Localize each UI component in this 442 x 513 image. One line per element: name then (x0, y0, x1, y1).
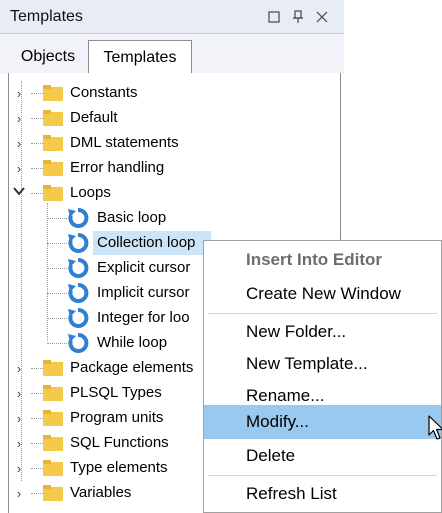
tree-label: While loop (97, 334, 168, 351)
tree-label: Implicit cursor (97, 284, 190, 301)
chevron-right-icon[interactable]: › (13, 161, 25, 176)
panel-title: Templates (10, 7, 83, 25)
tree-label: Type elements (70, 459, 168, 476)
menu-item-new-folder[interactable]: New Folder... (204, 315, 441, 349)
tree-folder-dml[interactable]: › DML statements (9, 131, 339, 155)
tree-connector (31, 493, 43, 495)
menu-item-delete[interactable]: Delete (204, 439, 441, 473)
tree-label: Integer for loo (97, 309, 190, 326)
folder-icon (43, 410, 63, 426)
tree-connector (31, 393, 43, 395)
tab-strip: Objects Templates (0, 34, 344, 74)
tree-connector (47, 318, 67, 320)
chevron-right-icon[interactable]: › (13, 136, 25, 151)
tree-connector (47, 343, 67, 345)
tree-connector (31, 193, 43, 195)
folder-icon (43, 485, 63, 501)
tree-label: PLSQL Types (70, 384, 162, 401)
context-menu: Insert Into Editor Create New Window New… (203, 240, 442, 513)
tree-connector (31, 368, 43, 370)
tree-connector (47, 293, 67, 295)
menu-item-refresh-list[interactable]: Refresh List (204, 477, 441, 511)
tree-item-basic-loop[interactable]: Basic loop (9, 206, 339, 230)
loop-template-icon (68, 333, 89, 353)
folder-icon (43, 385, 63, 401)
loop-template-icon (68, 283, 89, 303)
loop-template-icon (68, 208, 89, 228)
tree-connector (31, 418, 43, 420)
tree-connector (31, 443, 43, 445)
tree-connector (31, 93, 43, 95)
tree-connector (31, 118, 43, 120)
folder-icon (43, 460, 63, 476)
tree-label: Basic loop (97, 209, 167, 226)
loop-template-icon (68, 308, 89, 328)
close-icon[interactable] (314, 9, 330, 25)
tree-label: Collection loop (97, 234, 196, 251)
chevron-down-icon[interactable] (13, 185, 25, 197)
folder-open-icon (43, 185, 63, 201)
chevron-right-icon[interactable]: › (13, 111, 25, 126)
tree-connector (47, 268, 67, 270)
chevron-right-icon[interactable]: › (13, 411, 25, 426)
folder-icon (43, 110, 63, 126)
tree-folder-constants[interactable]: › Constants (9, 81, 339, 105)
tree-label: SQL Functions (70, 434, 169, 451)
menu-item-modify[interactable]: Modify... (204, 405, 441, 439)
tree-folder-error-handling[interactable]: › Error handling (9, 156, 339, 180)
folder-icon (43, 435, 63, 451)
tree-label: Package elements (70, 359, 194, 376)
tree-connector (47, 243, 67, 245)
loop-template-icon (68, 233, 89, 253)
menu-separator (208, 475, 437, 476)
folder-icon (43, 135, 63, 151)
tree-label: DML statements (70, 134, 179, 151)
menu-separator (208, 313, 437, 314)
tree-label: Loops (70, 184, 111, 201)
chevron-right-icon[interactable]: › (13, 86, 25, 101)
menu-item-create-new-window[interactable]: Create New Window (204, 277, 441, 311)
tab-objects[interactable]: Objects (8, 42, 88, 72)
chevron-right-icon[interactable]: › (13, 461, 25, 476)
tab-templates[interactable]: Templates (88, 40, 192, 74)
tree-connector (31, 468, 43, 470)
tree-folder-loops[interactable]: Loops (9, 181, 339, 205)
tree-connector (47, 218, 67, 220)
chevron-right-icon[interactable]: › (13, 486, 25, 501)
folder-icon (43, 160, 63, 176)
pin-icon[interactable] (290, 9, 306, 25)
tree-connector (31, 168, 43, 170)
tree-label: Program units (70, 409, 164, 426)
chevron-right-icon[interactable]: › (13, 436, 25, 451)
mouse-pointer-icon (428, 415, 442, 440)
tree-folder-default[interactable]: › Default (9, 106, 339, 130)
tree-label: Constants (70, 84, 138, 101)
panel-titlebar: Templates (0, 0, 344, 34)
tree-label: Variables (70, 484, 132, 501)
loop-template-icon (68, 258, 89, 278)
tree-label: Explicit cursor (97, 259, 191, 276)
folder-icon (43, 360, 63, 376)
maximize-icon[interactable] (266, 9, 282, 25)
folder-icon (43, 85, 63, 101)
menu-item-insert-into-editor: Insert Into Editor (246, 250, 382, 269)
chevron-right-icon[interactable]: › (13, 361, 25, 376)
menu-item-new-template[interactable]: New Template... (204, 347, 441, 381)
tree-connector (31, 143, 43, 145)
chevron-right-icon[interactable]: › (13, 386, 25, 401)
tree-label: Default (70, 109, 118, 126)
tree-label: Error handling (70, 159, 165, 176)
titlebar-controls (266, 9, 330, 25)
